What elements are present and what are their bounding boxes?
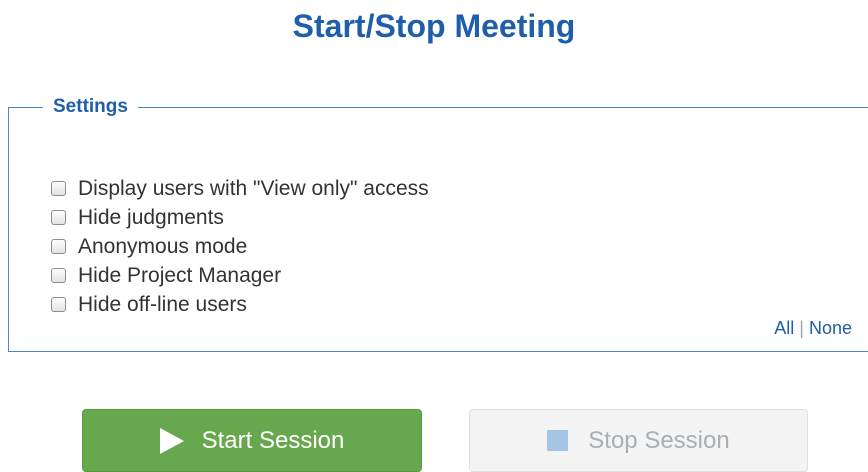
- stop-session-button[interactable]: Stop Session: [469, 409, 808, 472]
- start-session-button[interactable]: Start Session: [82, 409, 422, 472]
- start-session-label: Start Session: [201, 426, 345, 454]
- settings-panel: Settings Display users with "View only" …: [8, 96, 868, 352]
- option-label: Hide off-line users: [78, 292, 247, 316]
- checkbox[interactable]: [51, 268, 66, 283]
- select-none-link[interactable]: None: [809, 318, 852, 338]
- option-label: Hide Project Manager: [78, 263, 282, 287]
- select-all-none: All | None: [774, 318, 852, 339]
- stop-icon: [547, 430, 569, 451]
- checkbox[interactable]: [51, 210, 66, 225]
- option-label: Hide judgments: [78, 205, 224, 229]
- checkbox[interactable]: [51, 181, 66, 196]
- select-all-link[interactable]: All: [774, 318, 794, 338]
- separator: |: [799, 318, 804, 338]
- checkbox[interactable]: [51, 239, 66, 254]
- settings-option-list: Display users with "View only" access Hi…: [51, 174, 429, 319]
- option-anonymous-mode[interactable]: Anonymous mode: [51, 232, 429, 261]
- option-hide-offline-users[interactable]: Hide off-line users: [51, 290, 429, 319]
- option-hide-judgments[interactable]: Hide judgments: [51, 203, 429, 232]
- checkbox[interactable]: [51, 297, 66, 312]
- option-hide-project-manager[interactable]: Hide Project Manager: [51, 261, 429, 290]
- play-icon: [159, 427, 184, 454]
- option-label: Display users with "View only" access: [78, 176, 429, 200]
- page-title: Start/Stop Meeting: [292, 8, 576, 44]
- settings-legend: Settings: [53, 96, 128, 117]
- option-label: Anonymous mode: [78, 234, 248, 258]
- stop-session-label: Stop Session: [588, 426, 730, 454]
- option-display-view-only-users[interactable]: Display users with "View only" access: [51, 174, 429, 203]
